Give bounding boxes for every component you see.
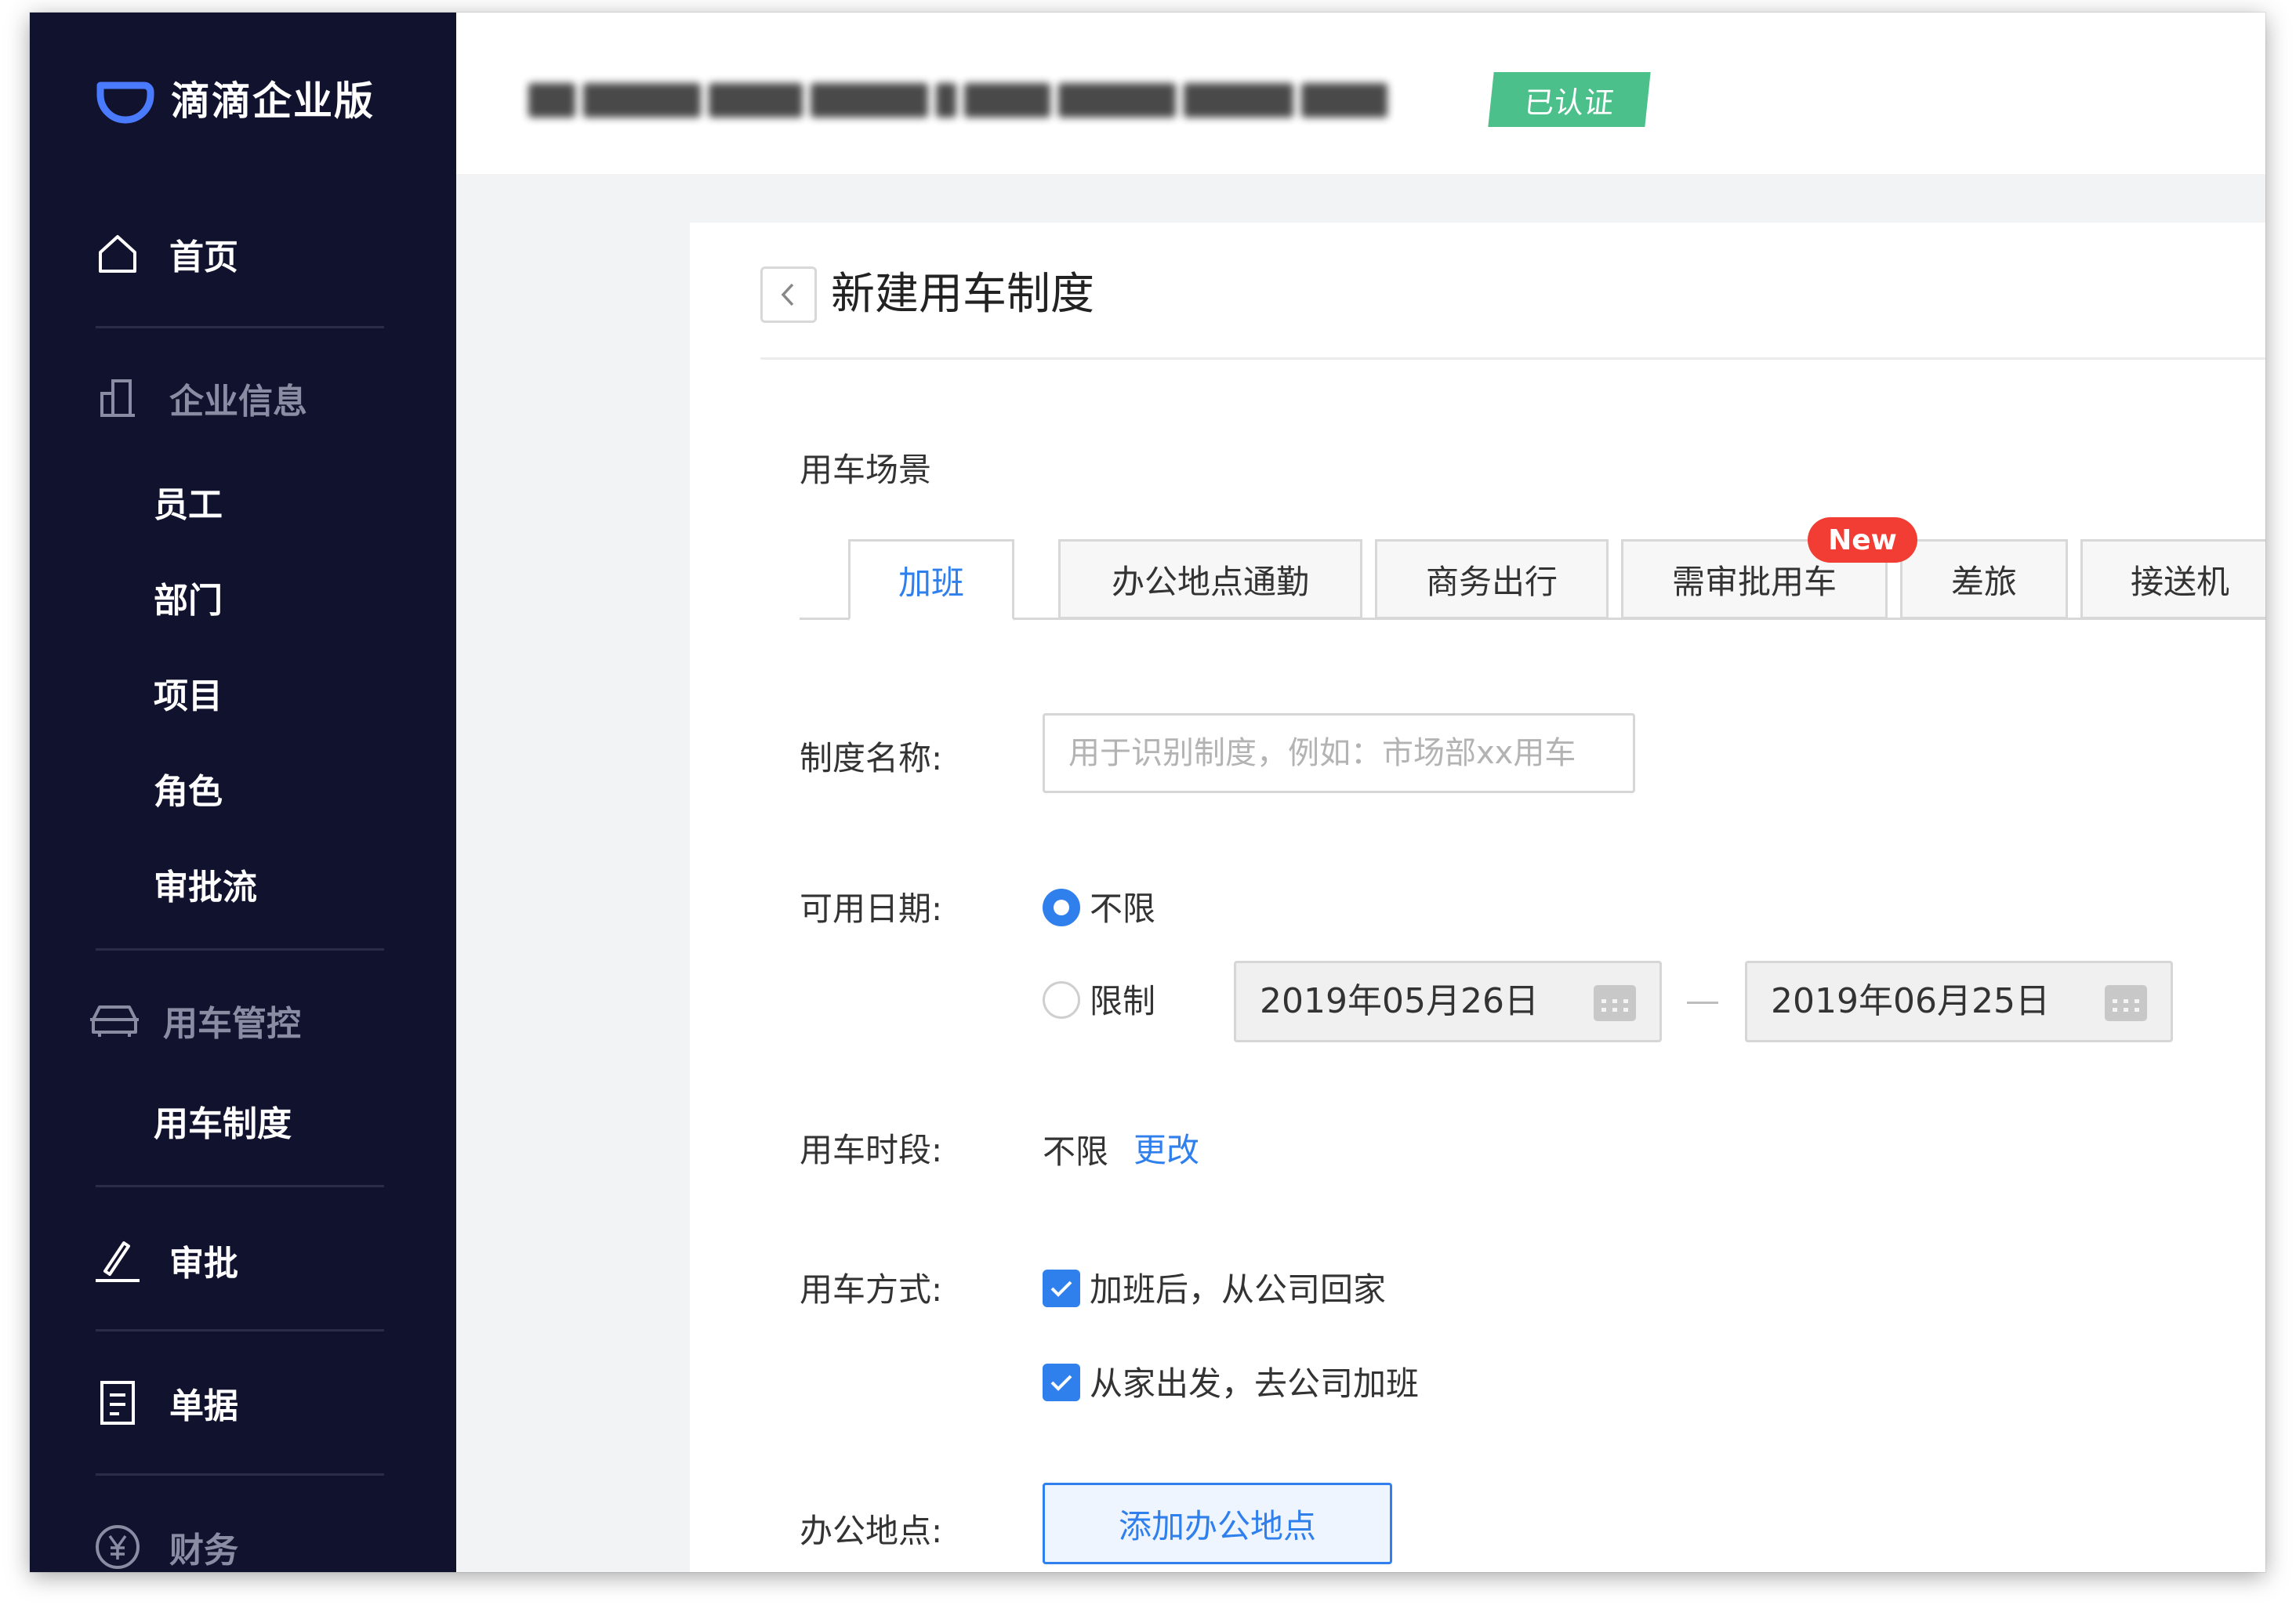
sidebar-item-label: 财务: [169, 1531, 238, 1571]
top-header: 已认证: [456, 13, 2265, 174]
sidebar-item-label: 审批: [169, 1244, 238, 1284]
tab-travel[interactable]: 差旅: [1900, 539, 2068, 619]
chevron-left-icon: [781, 283, 794, 306]
sidebar-item-car-policy[interactable]: 用车制度: [154, 1096, 292, 1146]
policy-name-label: 制度名称:: [800, 739, 943, 777]
sidebar-item-approval[interactable]: 审批: [94, 1235, 238, 1285]
tab-business-trip[interactable]: 商务出行: [1375, 539, 1609, 619]
title-divider: [760, 357, 2265, 360]
home-icon: [94, 230, 141, 277]
start-date-field[interactable]: 2019年05月26日: [1234, 961, 1662, 1042]
car-icon: [88, 997, 141, 1044]
sidebar-divider: [96, 326, 384, 328]
organization-name-redacted: [528, 72, 1406, 129]
sidebar-group-car-control[interactable]: 用车管控: [88, 995, 301, 1045]
policy-form-card: 新建用车制度 用车场景 加班 办公地点通勤 商务出行 需审批用车 差旅 接送机 …: [690, 223, 2265, 1572]
sidebar-item-bills[interactable]: 单据: [94, 1378, 238, 1428]
sidebar-item-label: 用车管控: [163, 1004, 301, 1044]
tab-overtime[interactable]: 加班: [848, 539, 1014, 621]
end-date-field[interactable]: 2019年06月25日: [1745, 961, 2173, 1042]
pen-icon: [94, 1237, 141, 1284]
time-label: 用车时段:: [800, 1131, 943, 1169]
office-label: 办公地点:: [800, 1512, 943, 1550]
sidebar-divider: [96, 1329, 384, 1331]
sidebar-item-approval-flow[interactable]: 审批流: [154, 859, 257, 909]
calendar-icon: [1594, 985, 1636, 1021]
calendar-icon: [2105, 985, 2147, 1021]
yuan-icon: [94, 1523, 141, 1571]
date-range-separator: [1687, 1002, 1718, 1004]
policy-name-input[interactable]: [1043, 713, 1635, 793]
date-unlimited-text: 不限: [1090, 889, 1156, 928]
mode-option1-checkbox[interactable]: [1043, 1270, 1080, 1307]
page-title: 新建用车制度: [831, 269, 1094, 320]
sidebar-item-departments[interactable]: 部门: [154, 572, 223, 622]
end-date-value: 2019年06月25日: [1771, 981, 2050, 1021]
check-icon: [1050, 1281, 1072, 1297]
mode-option1-text: 加班后，从公司回家: [1090, 1270, 1387, 1309]
date-limited-text: 限制: [1090, 982, 1156, 1020]
change-time-link[interactable]: 更改: [1133, 1124, 1199, 1172]
date-unlimited-radio[interactable]: [1043, 889, 1080, 926]
tab-airport-transfer[interactable]: 接送机: [2080, 539, 2265, 619]
sidebar-item-home[interactable]: 首页: [94, 229, 238, 279]
didi-logo-icon: [96, 82, 154, 124]
building-icon: [94, 375, 141, 422]
sidebar-item-roles[interactable]: 角色: [154, 763, 223, 813]
sidebar-item-employees[interactable]: 员工: [154, 476, 223, 527]
sidebar-group-company-info[interactable]: 企业信息: [94, 373, 307, 423]
sidebar-divider: [96, 1473, 384, 1476]
sidebar-item-label: 企业信息: [169, 382, 307, 422]
check-icon: [1050, 1375, 1072, 1391]
sidebar-divider: [96, 1185, 384, 1187]
new-badge: New: [1808, 517, 1917, 563]
sidebar-item-label: 首页: [169, 237, 238, 277]
app-window: 滴滴企业版 首页 企业信息 员工 部门 项目 角色 审批流 用车管控 用车制度: [30, 13, 2265, 1572]
sidebar-divider: [96, 948, 384, 951]
mode-option2-checkbox[interactable]: [1043, 1364, 1080, 1401]
time-value: 不限: [1043, 1132, 1109, 1171]
mode-option2-text: 从家出发，去公司加班: [1090, 1364, 1420, 1403]
date-limited-radio[interactable]: [1043, 981, 1080, 1019]
sidebar-item-projects[interactable]: 项目: [154, 668, 223, 718]
sidebar-item-label: 单据: [169, 1386, 238, 1426]
scene-label: 用车场景: [800, 451, 932, 489]
sidebar-group-finance[interactable]: 财务: [94, 1522, 238, 1572]
back-button[interactable]: [760, 266, 817, 323]
sidebar: 滴滴企业版 首页 企业信息 员工 部门 项目 角色 审批流 用车管控 用车制度: [30, 13, 456, 1572]
verified-badge: 已认证: [1488, 72, 1651, 127]
tab-office-commute[interactable]: 办公地点通勤: [1058, 539, 1362, 619]
add-office-button[interactable]: 添加办公地点: [1043, 1483, 1392, 1564]
brand-name: 滴滴企业版: [171, 78, 375, 124]
mode-label: 用车方式:: [800, 1270, 943, 1309]
brand: 滴滴企业版: [96, 61, 375, 135]
date-label: 可用日期:: [800, 889, 943, 928]
document-icon: [94, 1379, 141, 1426]
start-date-value: 2019年05月26日: [1260, 981, 1539, 1021]
